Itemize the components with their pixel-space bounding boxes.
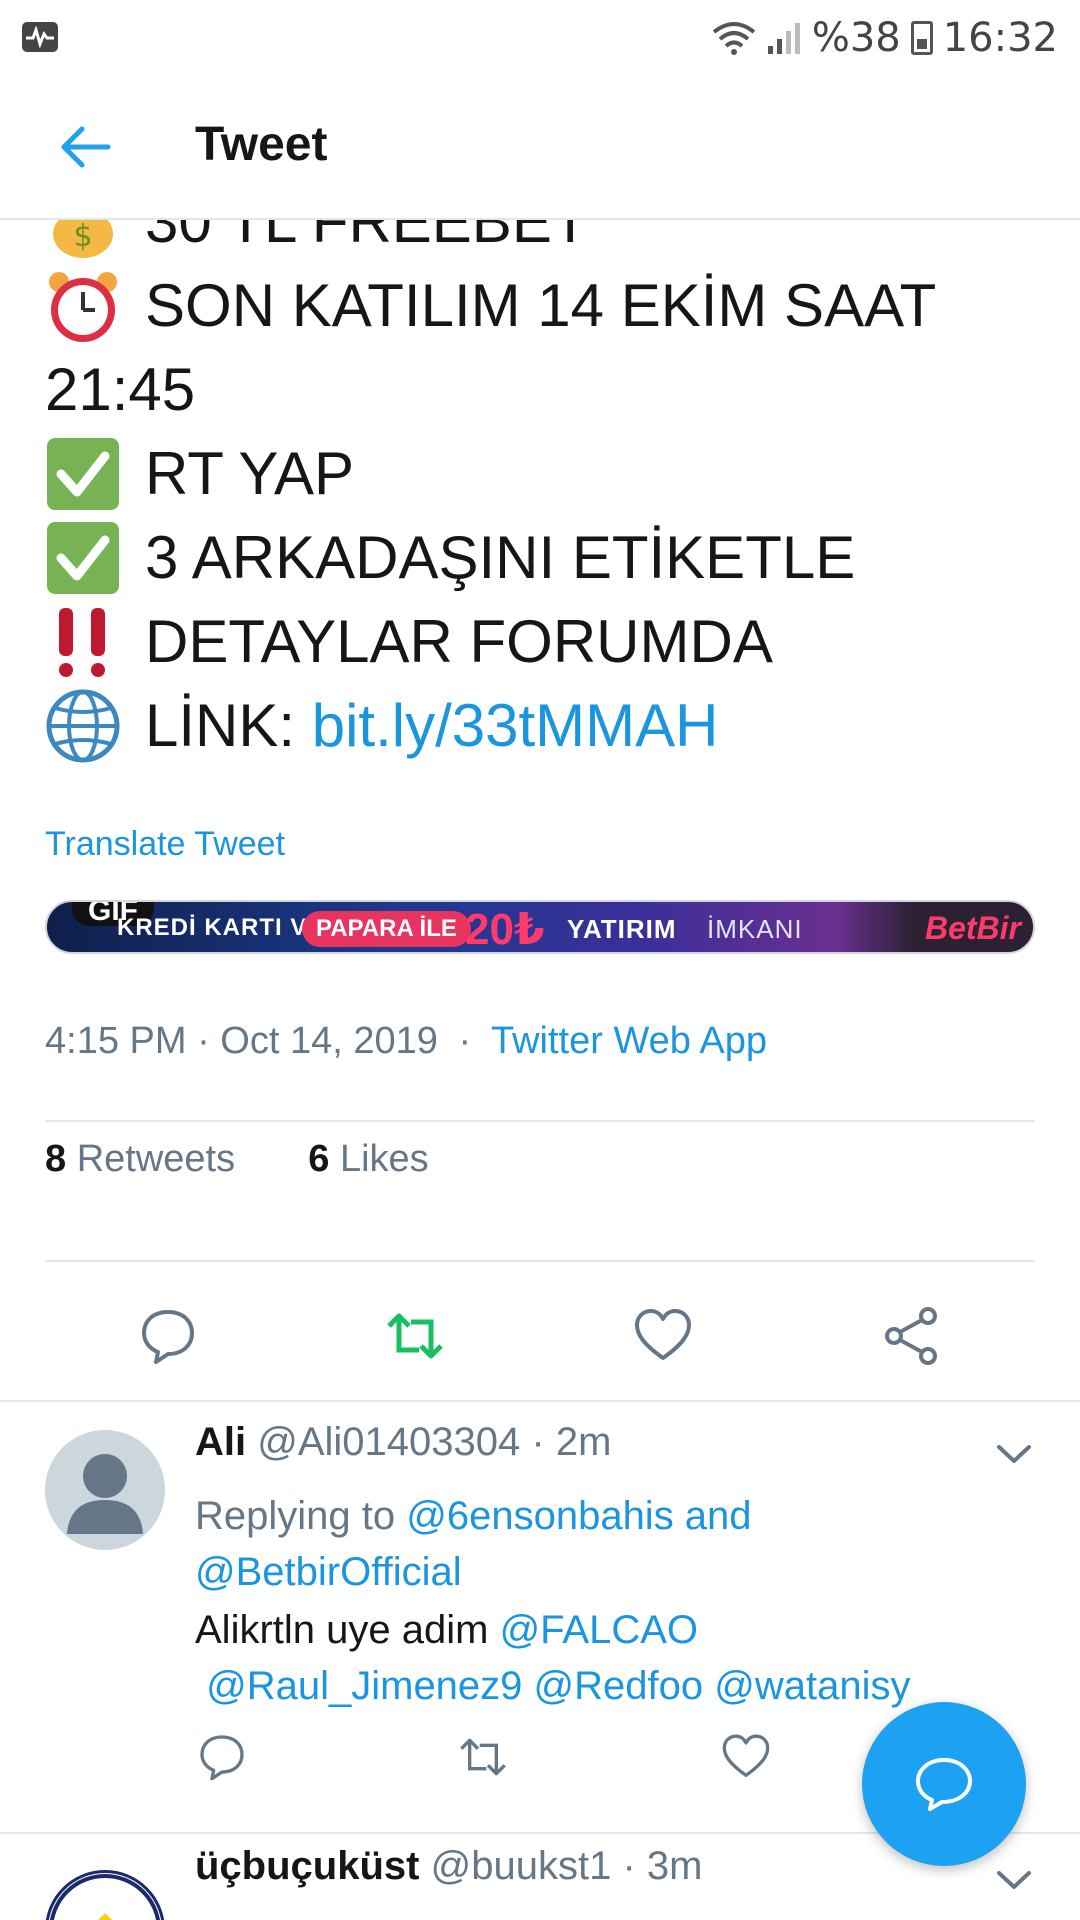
tweet-line-text: SON KATILIM 14 EKİM SAAT: [145, 272, 937, 339]
wifi-icon: [712, 22, 756, 55]
replying-to: Replying to @6ensonbahis and @BetbirOffi…: [195, 1488, 985, 1600]
tweet-line-text: 30 TL FREEBET: [145, 220, 589, 255]
check-mark-icon: [45, 436, 121, 512]
mention-link[interactable]: @BetbirOfficial: [195, 1550, 462, 1594]
retweets-label: Retweets: [76, 1138, 236, 1180]
divider: [45, 1260, 1035, 1262]
tweet-stats: 8 Retweets 6 Likes: [45, 1138, 429, 1181]
retweets-stat[interactable]: 8 Retweets: [45, 1138, 235, 1180]
tweet-line: 3 ARKADAŞINI ETİKETLE: [45, 516, 1045, 600]
tweet-line: LİNK: bit.ly/33tMMAH: [45, 684, 1045, 768]
meta-separator: ·: [458, 1020, 472, 1062]
banner-pill: PAPARA İLE: [302, 911, 471, 947]
check-mark-icon: [45, 520, 121, 596]
like-heart-icon[interactable]: [633, 1306, 693, 1366]
tweet-line: 21:45: [45, 348, 1045, 432]
display-name[interactable]: üçbuçuküst: [195, 1844, 419, 1888]
mention-link[interactable]: @Raul_Jimenez9 @Redfoo @watanisy: [195, 1664, 910, 1708]
display-name[interactable]: Ali: [195, 1420, 246, 1464]
tweet-line: SON KATILIM 14 EKİM SAAT: [45, 264, 1045, 348]
mention-link[interactable]: @6ensonbahis and: [406, 1494, 751, 1538]
retweet-icon[interactable]: [458, 1732, 508, 1782]
reply-tweet[interactable]: Ali @Ali01403304 · 2m Replying to @6enso…: [0, 1402, 1080, 1781]
battery-percent: %38: [811, 15, 901, 61]
like-heart-icon[interactable]: [721, 1732, 771, 1782]
divider: [45, 1120, 1035, 1122]
tweet-actions: [0, 1298, 1080, 1398]
tweet-source-link[interactable]: Twitter Web App: [491, 1020, 767, 1062]
tweet-line: $ 30 TL FREEBET: [45, 220, 1045, 264]
banner-amount: 20₺: [465, 905, 545, 954]
signal-icon: [767, 23, 800, 54]
reply-icon: [916, 1758, 972, 1811]
status-bar: %38 16:32: [0, 0, 1080, 75]
reply-text: Alikrtln uye adim: [195, 1608, 500, 1652]
chevron-down-icon[interactable]: [995, 1442, 1033, 1466]
translate-tweet-link[interactable]: Translate Tweet: [45, 825, 285, 864]
replying-label: Replying to: [195, 1494, 407, 1538]
tweet-line-text: LİNK:: [145, 692, 312, 759]
likes-label: Likes: [339, 1138, 429, 1180]
avatar[interactable]: [45, 1870, 165, 1920]
reply-icon[interactable]: [197, 1732, 247, 1782]
tweet-line-text: RT YAP: [145, 440, 355, 507]
battery-icon: [910, 21, 933, 55]
chevron-down-icon[interactable]: [995, 1868, 1033, 1892]
double-exclamation-icon: [45, 604, 121, 680]
banner-text: YATIRIM: [567, 914, 677, 944]
banner-text: İMKANI: [707, 914, 803, 944]
alarm-clock-icon: [45, 268, 121, 344]
banner-brand-logo: BetBir: [924, 910, 1021, 946]
tweet-time: 4:15 PM · Oct 14, 2019: [45, 1020, 438, 1062]
handle[interactable]: @buukst1: [431, 1844, 612, 1888]
tweet-line: DETAYLAR FORUMDA: [45, 600, 1045, 684]
compose-reply-button[interactable]: [862, 1702, 1026, 1866]
avatar[interactable]: [45, 1430, 165, 1550]
handle[interactable]: @Ali01403304: [257, 1420, 520, 1464]
media-banner[interactable]: GIF KREDİ KARTI VE PAPARA İLE 20₺ YATIRI…: [45, 900, 1035, 954]
tweet-line: RT YAP: [45, 432, 1045, 516]
money-bag-icon: $: [45, 220, 121, 260]
tweet-line-text: DETAYLAR FORUMDA: [145, 608, 773, 675]
clock: 16:32: [942, 15, 1058, 61]
app-bar: Tweet: [0, 75, 1080, 220]
tweet-line-text: 21:45: [45, 356, 196, 423]
timestamp: · 3m: [622, 1844, 703, 1888]
tweet-text: $ 30 TL FREEBET SON KATILIM 14 EKİM SAAT…: [45, 220, 1045, 768]
reply-body: Alikrtln uye adim @FALCAO @Raul_Jimenez9…: [195, 1602, 985, 1714]
back-arrow-icon[interactable]: [58, 123, 112, 171]
activity-icon: [22, 22, 58, 52]
svg-text:$: $: [73, 220, 92, 254]
reply-header: üçbuçuküst @buukst1 · 3m: [195, 1844, 702, 1889]
tweet-meta: 4:15 PM · Oct 14, 2019 · Twitter Web App: [45, 1020, 767, 1063]
tweet-link[interactable]: bit.ly/33tMMAH: [312, 684, 719, 768]
banner-text: KREDİ KARTI VE: [117, 914, 325, 941]
share-icon[interactable]: [882, 1306, 942, 1366]
page-title: Tweet: [195, 118, 328, 171]
tweet-line-text: 3 ARKADAŞINI ETİKETLE: [145, 524, 856, 591]
status-right: %38 16:32: [712, 14, 1058, 62]
reply-icon[interactable]: [138, 1306, 198, 1366]
retweet-icon[interactable]: [385, 1306, 445, 1366]
likes-stat[interactable]: 6 Likes: [308, 1138, 428, 1180]
mention-link[interactable]: @FALCAO: [500, 1608, 698, 1652]
tweet-detail: $ 30 TL FREEBET SON KATILIM 14 EKİM SAAT…: [0, 220, 1080, 1920]
timestamp: · 2m: [531, 1420, 612, 1464]
globe-icon: [45, 688, 121, 764]
likes-count: 6: [308, 1138, 330, 1180]
retweets-count: 8: [45, 1138, 67, 1180]
reply-header: Ali @Ali01403304 · 2m: [195, 1420, 611, 1465]
